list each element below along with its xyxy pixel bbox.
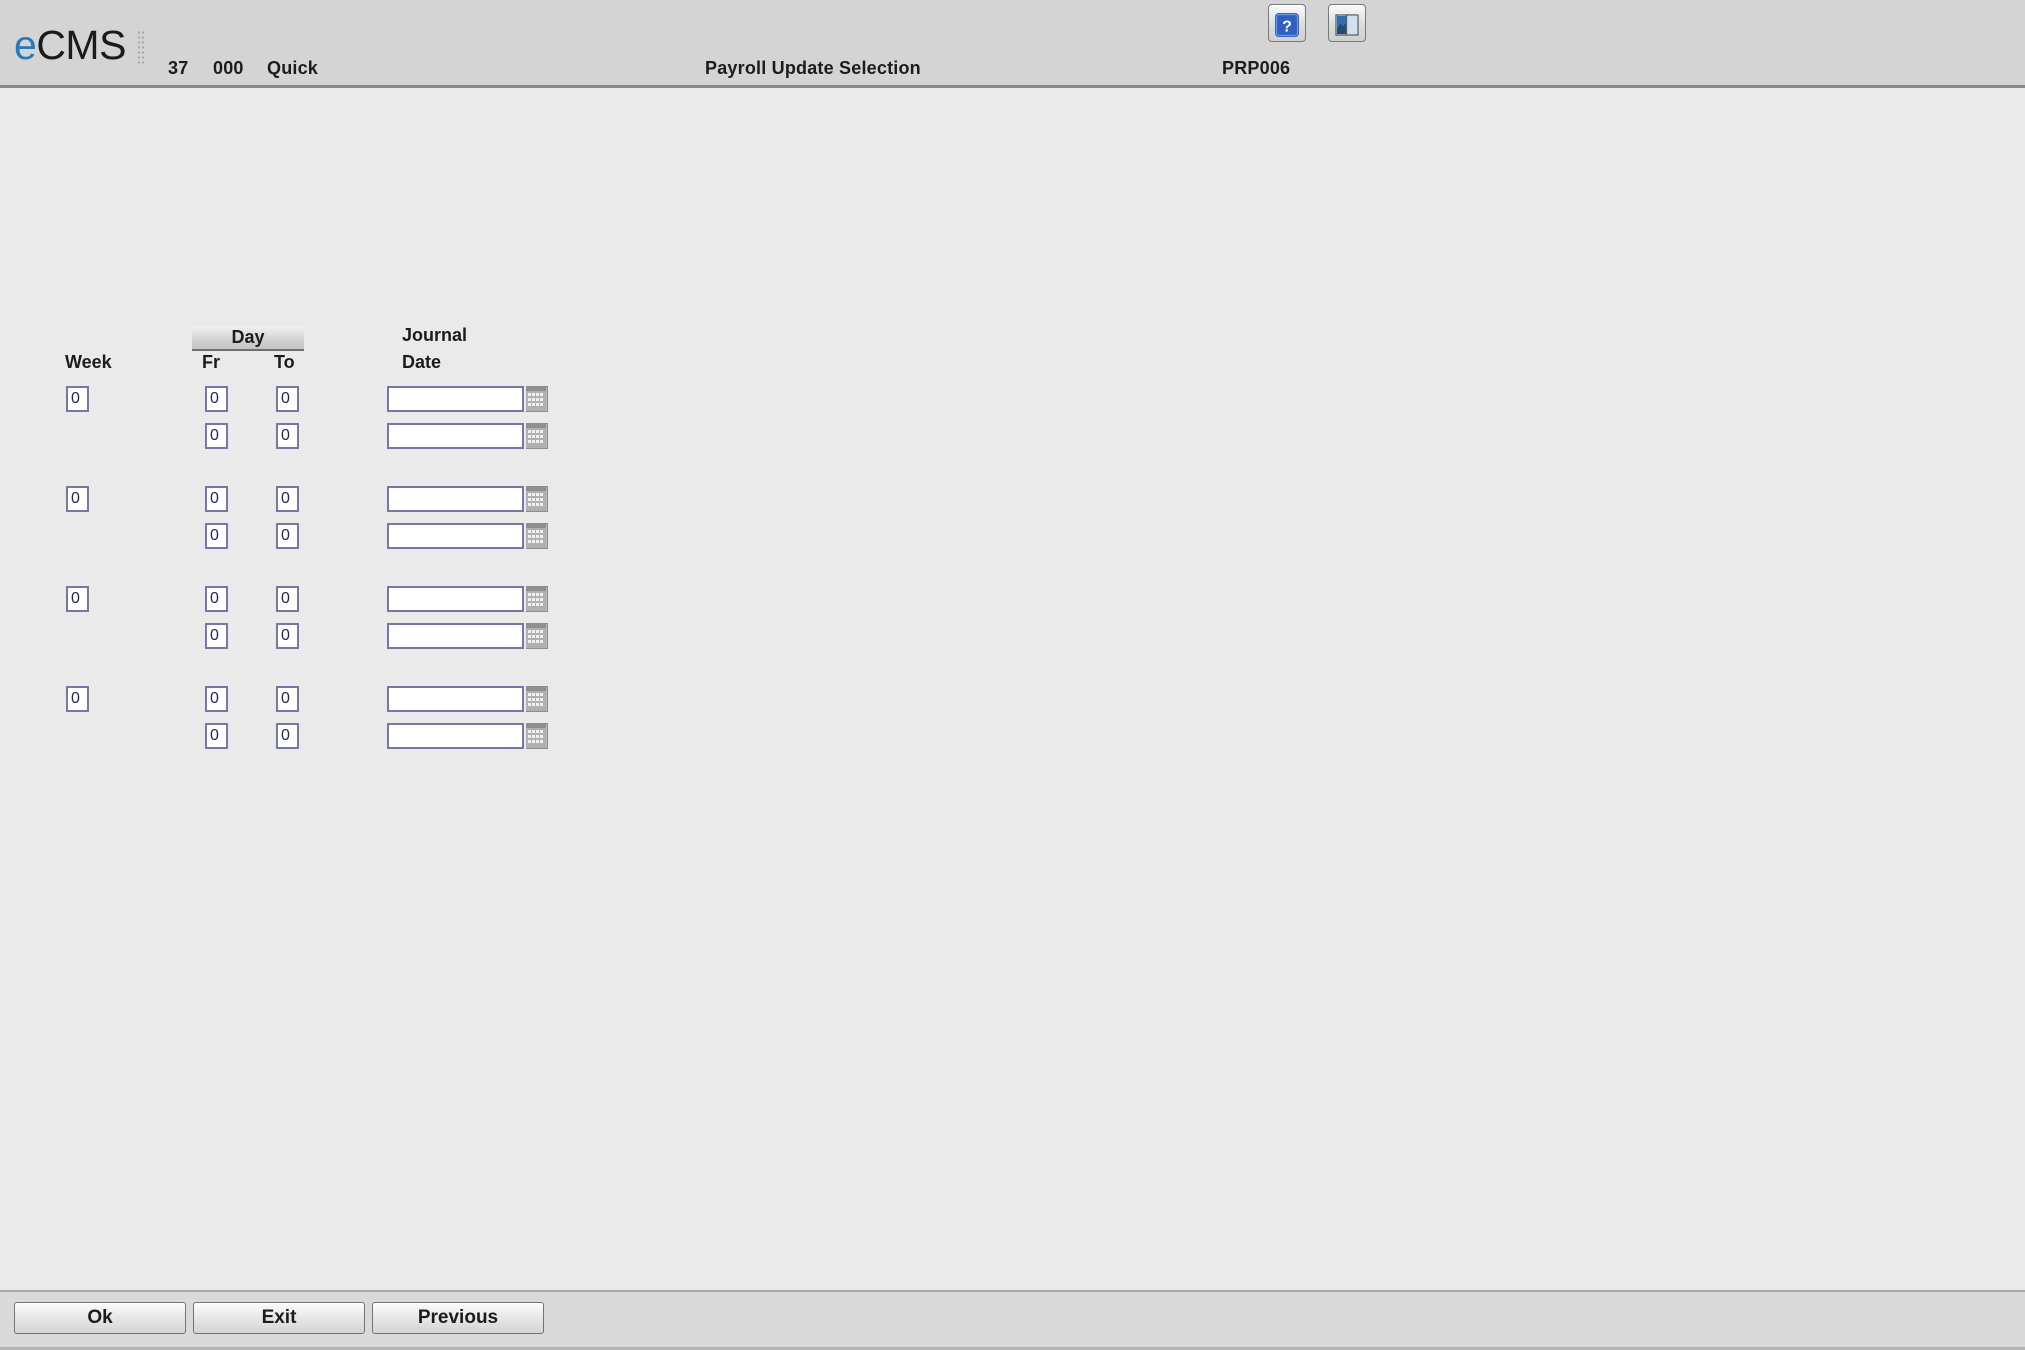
journal-date-input[interactable] (387, 523, 524, 549)
calendar-grid-icon (526, 587, 547, 611)
calendar-picker-button[interactable] (526, 686, 548, 712)
day-from-input[interactable] (205, 386, 228, 412)
svg-text:?: ? (1282, 19, 1292, 36)
journal-date-input[interactable] (387, 586, 524, 612)
logo-text-cms: CMS (36, 22, 126, 68)
day-to-input[interactable] (276, 686, 299, 712)
calendar-grid-icon (526, 424, 547, 448)
calendar-grid-icon (526, 487, 547, 511)
calendar-grid-icon (526, 387, 547, 411)
calendar-picker-button[interactable] (526, 586, 548, 612)
day-from-input[interactable] (205, 623, 228, 649)
journal-date-input[interactable] (387, 686, 524, 712)
ecms-logo: eCMS (14, 22, 126, 69)
column-header-week: Week (65, 352, 112, 372)
journal-date-input[interactable] (387, 386, 524, 412)
calendar-picker-button[interactable] (526, 723, 548, 749)
calendar-grid-icon (526, 624, 547, 648)
toolbar-drag-grip[interactable] (137, 30, 144, 66)
calendar-picker-button[interactable] (526, 486, 548, 512)
day-to-input[interactable] (276, 623, 299, 649)
day-from-input[interactable] (205, 423, 228, 449)
journal-date-input[interactable] (387, 486, 524, 512)
user-name: Quick (267, 58, 319, 78)
day-to-input[interactable] (276, 386, 299, 412)
page-title: Payroll Update Selection (705, 58, 921, 78)
calendar-grid-icon (526, 687, 547, 711)
day-to-input[interactable] (276, 423, 299, 449)
day-to-input[interactable] (276, 586, 299, 612)
calendar-picker-button[interactable] (526, 423, 548, 449)
day-to-input[interactable] (276, 523, 299, 549)
week-input[interactable] (66, 386, 89, 412)
calendar-grid-icon (526, 724, 547, 748)
calendar-picker-button[interactable] (526, 623, 548, 649)
day-from-input[interactable] (205, 486, 228, 512)
day-from-input[interactable] (205, 723, 228, 749)
payroll-selection-form: Week Day Fr To Journal Date (0, 88, 2025, 1288)
week-input[interactable] (66, 686, 89, 712)
day-to-input[interactable] (276, 723, 299, 749)
ok-button[interactable]: Ok (14, 1302, 186, 1334)
calendar-picker-button[interactable] (526, 523, 548, 549)
application-header: eCMS 37 000 Quick Payroll Update Selecti… (0, 0, 2025, 88)
day-from-input[interactable] (205, 686, 228, 712)
journal-date-input[interactable] (387, 723, 524, 749)
column-header-to: To (274, 352, 295, 372)
journal-date-input[interactable] (387, 623, 524, 649)
footer-button-bar: Ok Exit Previous (0, 1290, 2025, 1350)
column-header-fr: Fr (202, 352, 220, 372)
previous-button[interactable]: Previous (372, 1302, 544, 1334)
week-input[interactable] (66, 586, 89, 612)
day-from-input[interactable] (205, 523, 228, 549)
column-header-journal: Journal (402, 325, 468, 345)
division-number: 000 (213, 58, 244, 78)
help-button[interactable]: ? (1268, 4, 1306, 42)
day-from-input[interactable] (205, 586, 228, 612)
panel-toggle-button[interactable] (1328, 4, 1366, 42)
split-panel-icon (1329, 12, 1365, 38)
week-input[interactable] (66, 486, 89, 512)
column-header-day: Day (192, 326, 304, 351)
column-header-date: Date (402, 352, 442, 372)
day-to-input[interactable] (276, 486, 299, 512)
company-number: 37 (168, 58, 189, 78)
calendar-picker-button[interactable] (526, 386, 548, 412)
exit-button[interactable]: Exit (193, 1302, 365, 1334)
program-id: PRP006 (1222, 58, 1291, 78)
help-question-icon: ? (1269, 12, 1305, 38)
calendar-grid-icon (526, 524, 547, 548)
journal-date-input[interactable] (387, 423, 524, 449)
logo-letter-e: e (14, 22, 37, 68)
